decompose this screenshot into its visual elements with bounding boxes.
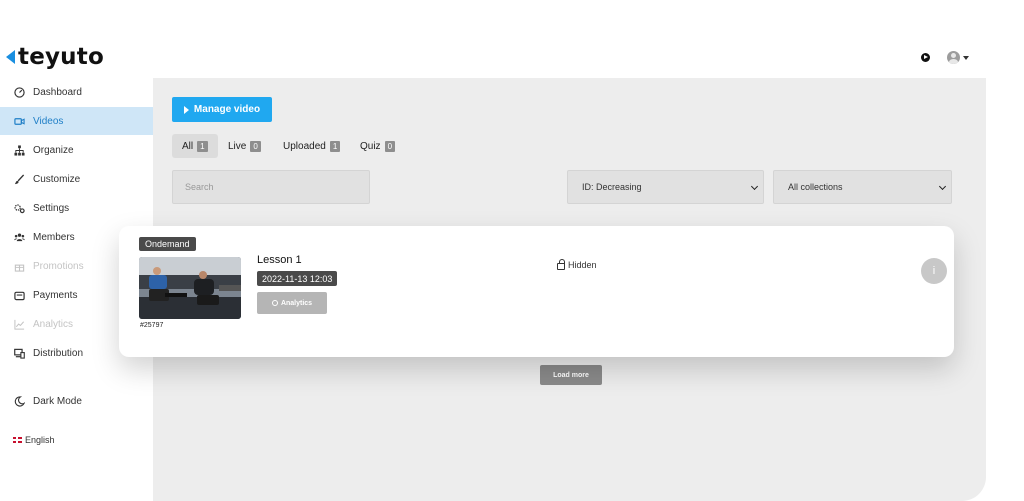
sidebar-item-label: Payments xyxy=(33,289,78,301)
chevron-down-icon[interactable] xyxy=(963,56,969,60)
manage-video-label: Manage video xyxy=(193,104,261,115)
tab-count: 0 xyxy=(250,140,261,152)
video-date: 2022-11-13 12:03 xyxy=(257,271,338,286)
tab-label: Quiz xyxy=(360,140,381,152)
tab-all[interactable]: All 1 xyxy=(172,134,218,158)
visibility-status: Hidden xyxy=(557,259,597,270)
moon-icon xyxy=(13,395,25,407)
speedometer-icon xyxy=(13,86,25,98)
tab-count: 1 xyxy=(329,140,341,152)
sidebar-item-label: Promotions xyxy=(33,260,84,272)
tab-count: 0 xyxy=(384,140,396,152)
visibility-label: Hidden xyxy=(568,260,597,270)
video-thumbnail[interactable] xyxy=(139,257,241,319)
sidebar-item-organize[interactable]: Organize xyxy=(0,136,153,164)
tab-uploaded[interactable]: Uploaded 1 xyxy=(273,134,350,158)
sidebar-item-dashboard[interactable]: Dashboard xyxy=(0,78,153,106)
lock-icon xyxy=(557,259,565,270)
video-id: #25797 xyxy=(140,322,164,329)
tab-count: 1 xyxy=(197,140,208,152)
tab-label: All xyxy=(182,140,194,152)
load-more-label: Load more xyxy=(553,371,589,379)
play-icon xyxy=(183,105,189,114)
language-selector[interactable]: English xyxy=(13,435,55,445)
analytics-icon xyxy=(271,300,278,306)
info-button[interactable]: i xyxy=(921,258,947,284)
sort-select-value: ID: Decreasing xyxy=(582,182,642,192)
chevron-down-icon xyxy=(750,182,759,191)
uk-flag-icon xyxy=(13,437,22,443)
users-icon xyxy=(13,231,25,243)
sidebar-item-customize[interactable]: Customize xyxy=(0,165,153,193)
brand-logo[interactable]: teyuto xyxy=(6,44,104,70)
chevron-down-icon xyxy=(938,182,947,191)
tab-label: Live xyxy=(228,140,247,152)
analytics-button[interactable]: Analytics xyxy=(257,292,327,314)
tab-live[interactable]: Live 0 xyxy=(218,134,271,158)
tab-label: Uploaded xyxy=(283,140,326,152)
devices-icon xyxy=(13,347,25,359)
chart-line-icon xyxy=(13,318,25,330)
sidebar-item-label: Settings xyxy=(33,202,70,214)
user-avatar-icon[interactable] xyxy=(947,51,960,64)
sidebar-item-label: Customize xyxy=(33,173,81,185)
video-title[interactable]: Lesson 1 xyxy=(257,254,302,266)
sidebar-item-videos[interactable]: Videos xyxy=(0,107,153,135)
manage-video-button[interactable]: Manage video xyxy=(172,97,272,122)
collection-select-value: All collections xyxy=(788,182,843,192)
gift-icon xyxy=(13,260,25,272)
search-input[interactable]: Search xyxy=(172,170,370,204)
video-card[interactable]: Ondemand #25797 Lesson 1 2022-11-13 12:0… xyxy=(119,226,954,357)
sidebar-item-label: Dashboard xyxy=(33,86,82,98)
video-type-badge: Ondemand xyxy=(139,237,196,251)
sort-select[interactable]: ID: Decreasing xyxy=(567,170,764,204)
gears-icon xyxy=(13,202,25,214)
tab-quiz[interactable]: Quiz 0 xyxy=(350,134,405,158)
play-circle-icon[interactable] xyxy=(921,53,930,62)
dark-mode-toggle[interactable]: Dark Mode xyxy=(0,387,153,415)
sidebar-item-label: Distribution xyxy=(33,347,84,359)
wallet-icon xyxy=(13,289,25,301)
sidebar-item-label: Analytics xyxy=(33,318,74,330)
logo-arrow-icon xyxy=(6,50,15,64)
sidebar-item-settings[interactable]: Settings xyxy=(0,194,153,222)
search-placeholder: Search xyxy=(185,182,214,192)
collection-select[interactable]: All collections xyxy=(773,170,952,204)
info-label: i xyxy=(932,265,936,277)
logo-text: teyuto xyxy=(18,44,104,70)
sidebar-item-label: Members xyxy=(33,231,75,243)
gym-thumbnail-image xyxy=(139,257,241,319)
sitemap-icon xyxy=(13,144,25,156)
load-more-button[interactable]: Load more xyxy=(540,365,602,385)
language-label: English xyxy=(25,435,55,445)
sidebar-item-label: Videos xyxy=(33,115,64,127)
video-camera-icon xyxy=(13,115,25,127)
brush-icon xyxy=(13,173,25,185)
analytics-label: Analytics xyxy=(280,299,313,307)
sidebar-item-label: Organize xyxy=(33,144,74,156)
dark-mode-label: Dark Mode xyxy=(33,395,82,407)
